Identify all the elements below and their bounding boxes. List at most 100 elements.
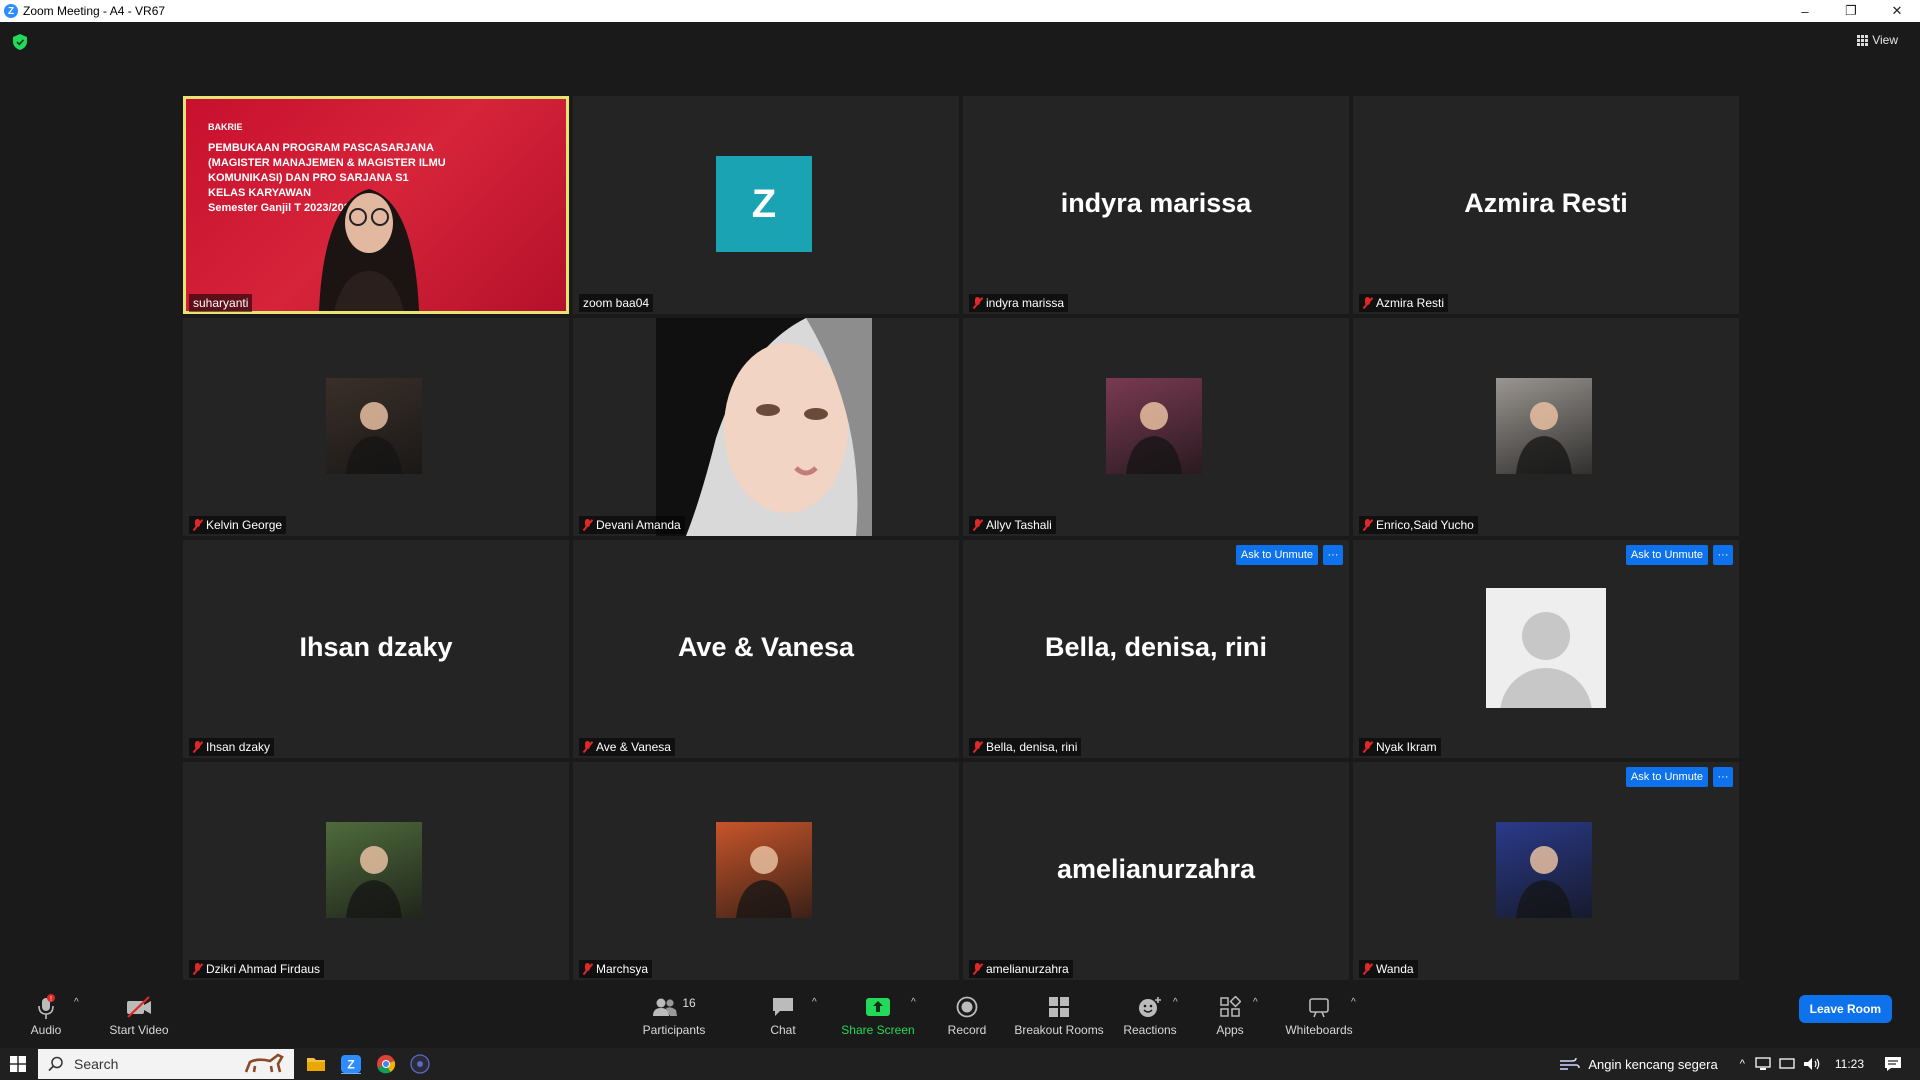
breakout-rooms-icon: [1049, 997, 1069, 1017]
ask-to-unmute-button[interactable]: Ask to Unmute: [1625, 545, 1708, 565]
participant-name-label: indyra marissa: [969, 294, 1069, 312]
participant-name: Ihsan dzaky: [206, 740, 271, 754]
leave-room-button[interactable]: Leave Room: [1798, 995, 1892, 1023]
ask-to-unmute-button[interactable]: Ask to Unmute: [1235, 545, 1318, 565]
participant-tile-marchsya[interactable]: Marchsya: [573, 762, 959, 980]
whiteboards-label: Whiteboards: [1285, 1023, 1353, 1037]
ask-to-unmute-button[interactable]: Ask to Unmute: [1625, 767, 1708, 787]
chat-options-caret-icon[interactable]: ^: [812, 997, 817, 1008]
reactions-button[interactable]: Reactions: [1122, 983, 1178, 1048]
speaker-video: [319, 189, 419, 311]
network-icon[interactable]: [1755, 1057, 1771, 1071]
muted-mic-icon: [1363, 297, 1372, 309]
chat-button[interactable]: Chat: [763, 983, 803, 1048]
minimize-button[interactable]: –: [1782, 0, 1828, 22]
meeting-area: View BAKRIE PEMBUKAAN PROGRAM PASCASARJAN…: [0, 22, 1920, 983]
zoom-logo-icon: Z: [4, 4, 18, 18]
participant-display-name: Azmira Resti: [1464, 188, 1628, 218]
avatar: [326, 378, 422, 474]
more-options-button[interactable]: ···: [1713, 767, 1733, 787]
avatar: [326, 822, 422, 918]
participant-display-name: indyra marissa: [1060, 188, 1252, 218]
audio-options-caret-icon[interactable]: ^: [74, 997, 79, 1008]
participant-display-name: amelianurzahra: [1056, 854, 1256, 884]
participant-tile-zoom-baa04[interactable]: Zzoom baa04: [573, 96, 959, 314]
reactions-icon: [1139, 997, 1161, 1017]
participant-display-name: Ihsan dzaky: [299, 632, 453, 662]
audio-button[interactable]: ! Audio: [28, 983, 64, 1048]
clock[interactable]: 11:23: [1835, 1057, 1864, 1071]
volume-icon[interactable]: [1803, 1057, 1821, 1071]
avatar: [1496, 378, 1592, 474]
weather-text[interactable]: Angin kencang segera: [1588, 1057, 1717, 1072]
window-titlebar: Z Zoom Meeting - A4 - VR67 – ❐ ✕: [0, 0, 1920, 22]
shared-slide: BAKRIE PEMBUKAAN PROGRAM PASCASARJANA (MAG…: [186, 99, 566, 311]
shield-icon[interactable]: [13, 34, 27, 50]
share-screen-button[interactable]: Share Screen: [840, 983, 916, 1048]
muted-mic-icon: [973, 963, 982, 975]
participant-tile-bella-denisa-rini[interactable]: Bella, denisa, rini Ask to Unmute ··· Bella…: [963, 540, 1349, 758]
close-button[interactable]: ✕: [1874, 0, 1920, 22]
participant-tile-azmira-resti[interactable]: Azmira Resti Azmira Resti: [1353, 96, 1739, 314]
participant-display-name: Bella, denisa, rini: [1044, 632, 1268, 662]
university-logo: BAKRIE: [208, 122, 243, 132]
windows-start-button[interactable]: [0, 1048, 36, 1080]
participant-tile-nyak-ikram[interactable]: Ask to Unmute ··· Nyak Ikram: [1353, 540, 1739, 758]
record-button[interactable]: Record: [942, 983, 992, 1048]
participant-tile-enrico-said-yucho[interactable]: Enrico,Said Yucho: [1353, 318, 1739, 536]
taskbar-search-box[interactable]: Search: [38, 1049, 294, 1079]
participant-name-label: Ave & Vanesa: [579, 738, 675, 756]
restore-button[interactable]: ❐: [1828, 0, 1874, 22]
breakout-rooms-button[interactable]: Breakout Rooms: [1012, 983, 1106, 1048]
muted-mic-icon: [583, 741, 592, 753]
windows-logo-icon: [10, 1056, 26, 1072]
participant-name: Enrico,Said Yucho: [1376, 518, 1474, 532]
muted-mic-icon: [193, 963, 202, 975]
participant-name: zoom baa04: [583, 296, 650, 310]
muted-mic-icon: [193, 519, 202, 531]
chat-label: Chat: [770, 1023, 796, 1037]
view-button[interactable]: View: [1857, 33, 1898, 47]
muted-mic-icon: [1363, 519, 1372, 531]
whiteboards-options-caret-icon[interactable]: ^: [1351, 997, 1356, 1008]
system-tray: Angin kencang segera ^ 11:23: [1558, 1048, 1920, 1080]
zoom-taskbar-icon[interactable]: Z: [340, 1054, 362, 1074]
participant-name: Bella, denisa, rini: [986, 740, 1078, 754]
participant-tile-suharyanti[interactable]: BAKRIE PEMBUKAAN PROGRAM PASCASARJANA (MAG…: [183, 96, 569, 314]
more-options-button[interactable]: ···: [1713, 545, 1733, 565]
more-options-button[interactable]: ···: [1323, 545, 1343, 565]
participant-name: Devani Amanda: [596, 518, 681, 532]
participant-display-name: Ave & Vanesa: [677, 632, 855, 662]
participant-tile-ave-vanesa[interactable]: Ave & Vanesa Ave & Vanesa: [573, 540, 959, 758]
record-icon: [956, 996, 978, 1018]
apps-button[interactable]: Apps: [1210, 983, 1250, 1048]
participant-tile-wanda[interactable]: Ask to Unmute ··· Wanda: [1353, 762, 1739, 980]
participant-tile-dzikri-ahmad-firdaus[interactable]: Dzikri Ahmad Firdaus: [183, 762, 569, 980]
file-explorer-icon[interactable]: [306, 1054, 326, 1074]
apps-options-caret-icon[interactable]: ^: [1253, 997, 1258, 1008]
participant-tile-indyra-marissa[interactable]: indyra marissa indyra marissa: [963, 96, 1349, 314]
reactions-options-caret-icon[interactable]: ^: [1173, 997, 1178, 1008]
participant-tile-ihsan-dzaky[interactable]: Ihsan dzaky Ihsan dzaky: [183, 540, 569, 758]
show-hidden-icons-chevron-icon[interactable]: ^: [1740, 1058, 1745, 1070]
start-video-button[interactable]: Start Video: [106, 983, 172, 1048]
audio-label: Audio: [30, 1023, 62, 1037]
participant-name: Kelvin George: [206, 518, 283, 532]
whiteboard-icon: [1309, 998, 1329, 1018]
share-options-caret-icon[interactable]: ^: [911, 997, 916, 1008]
participants-button[interactable]: 16 Participants: [641, 983, 707, 1048]
participant-name: amelianurzahra: [986, 962, 1069, 976]
whiteboards-button[interactable]: Whiteboards: [1284, 983, 1354, 1048]
display-icon[interactable]: [1779, 1057, 1795, 1071]
windows-taskbar: Search Z Angin kencang segera ^ 11:23: [0, 1048, 1920, 1080]
participant-tile-amelianurzahra[interactable]: amelianurzahra amelianurzahra: [963, 762, 1349, 980]
search-highlight-horse-icon: [244, 1053, 284, 1073]
start-video-label: Start Video: [109, 1023, 169, 1037]
weather-wind-icon[interactable]: [1558, 1055, 1581, 1073]
chrome-icon[interactable]: [376, 1054, 396, 1074]
participant-tile-allyv-tashali[interactable]: Allyv Tashali: [963, 318, 1349, 536]
participant-tile-devani-amanda[interactable]: Devani Amanda: [573, 318, 959, 536]
obs-app-icon[interactable]: [410, 1054, 430, 1074]
notifications-icon[interactable]: [1884, 1056, 1902, 1072]
participant-tile-kelvin-george[interactable]: Kelvin George: [183, 318, 569, 536]
